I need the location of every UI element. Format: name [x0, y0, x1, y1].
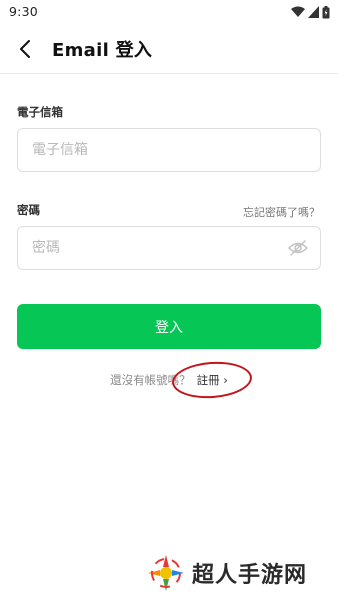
- status-time: 9:30: [9, 4, 38, 19]
- login-button[interactable]: 登入: [17, 304, 321, 349]
- forgot-password-link[interactable]: 忘記密碼了嗎？: [243, 204, 320, 220]
- email-label: 電子信箱: [17, 105, 63, 119]
- signal-icon: [308, 6, 319, 18]
- password-field-box: [17, 226, 321, 270]
- password-label: 密碼: [17, 203, 40, 217]
- watermark: 超人手游网: [146, 551, 307, 595]
- back-button[interactable]: [12, 35, 38, 63]
- status-icons: [291, 5, 330, 19]
- status-bar: 9:30: [0, 0, 338, 24]
- password-input[interactable]: [32, 227, 282, 269]
- annotation-circle: [170, 359, 254, 401]
- signup-row: 還沒有帳號嗎？ 註冊 ›: [0, 372, 338, 388]
- login-screen: 9:30 Email 登入 電子信箱 密碼 忘記密碼了嗎: [0, 0, 338, 600]
- email-input[interactable]: [32, 129, 282, 171]
- battery-icon: [322, 5, 330, 18]
- watermark-text: 超人手游网: [192, 563, 308, 588]
- page-title: Email 登入: [52, 40, 153, 61]
- wifi-icon: [291, 6, 305, 17]
- email-field-box: [17, 128, 321, 172]
- header: Email 登入: [0, 24, 338, 74]
- watermark-logo-icon: [148, 555, 184, 591]
- eye-off-icon[interactable]: [288, 239, 308, 257]
- chevron-left-icon: [20, 40, 30, 58]
